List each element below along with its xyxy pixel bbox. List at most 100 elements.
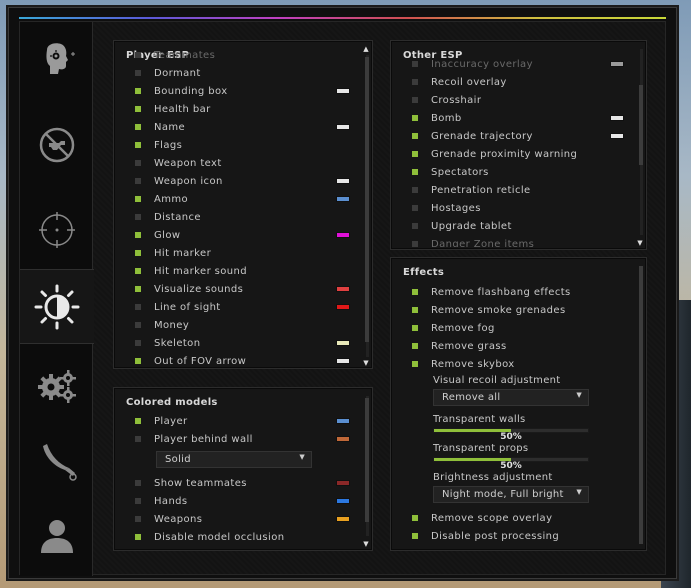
checkbox[interactable]	[135, 516, 141, 522]
checkbox[interactable]	[135, 340, 141, 346]
material-select[interactable]: Solid ▼	[156, 451, 312, 468]
option-weapon-text[interactable]: Weapon text	[114, 154, 362, 172]
checkbox[interactable]	[135, 286, 141, 292]
option-bomb[interactable]: Bomb	[391, 109, 636, 127]
color-swatch[interactable]	[336, 340, 350, 346]
tab-rage[interactable]	[20, 22, 93, 97]
color-swatch[interactable]	[336, 418, 350, 424]
checkbox[interactable]	[135, 106, 141, 112]
option-remove-scope-overlay[interactable]: Remove scope overlay	[391, 509, 636, 527]
option-hit-marker[interactable]: Hit marker	[114, 244, 362, 262]
checkbox[interactable]	[135, 480, 141, 486]
color-swatch[interactable]	[336, 178, 350, 184]
scroll-up-arrow[interactable]: ▲	[362, 45, 370, 53]
color-swatch[interactable]	[336, 498, 350, 504]
checkbox[interactable]	[135, 70, 141, 76]
option-health-bar[interactable]: Health bar	[114, 100, 362, 118]
option-skeleton[interactable]: Skeleton	[114, 334, 362, 352]
option-inaccuracy-overlay[interactable]: Inaccuracy overlay	[391, 55, 636, 73]
checkbox[interactable]	[412, 325, 418, 331]
checkbox[interactable]	[412, 133, 418, 139]
option-recoil-overlay[interactable]: Recoil overlay	[391, 73, 636, 91]
option-hands[interactable]: Hands	[114, 492, 362, 510]
option-player[interactable]: Player	[114, 412, 362, 430]
checkbox[interactable]	[135, 214, 141, 220]
option-glow[interactable]: Glow	[114, 226, 362, 244]
option-remove-grass[interactable]: Remove grass	[391, 337, 636, 355]
other-esp-scrollbar[interactable]: ▼	[636, 45, 644, 247]
checkbox[interactable]	[135, 196, 141, 202]
tab-aim[interactable]	[20, 192, 93, 267]
option-hit-marker-sound[interactable]: Hit marker sound	[114, 262, 362, 280]
color-swatch[interactable]	[336, 480, 350, 486]
option-remove-skybox[interactable]: Remove skybox	[391, 355, 636, 373]
checkbox[interactable]	[135, 250, 141, 256]
tab-skins[interactable]	[20, 422, 93, 497]
checkbox[interactable]	[135, 534, 141, 540]
option-flags[interactable]: Flags	[114, 136, 362, 154]
tab-misc[interactable]	[20, 347, 93, 422]
checkbox[interactable]	[135, 304, 141, 310]
checkbox[interactable]	[135, 88, 141, 94]
color-swatch[interactable]	[336, 232, 350, 238]
checkbox[interactable]	[412, 115, 418, 121]
option-crosshair[interactable]: Crosshair	[391, 91, 636, 109]
checkbox[interactable]	[135, 160, 141, 166]
option-money[interactable]: Money	[114, 316, 362, 334]
checkbox[interactable]	[412, 151, 418, 157]
option-upgrade-tablet[interactable]: Upgrade tablet	[391, 217, 636, 235]
checkbox[interactable]	[412, 533, 418, 539]
scroll-down-arrow[interactable]: ▼	[362, 359, 370, 367]
effects-scrollbar[interactable]	[638, 262, 644, 548]
checkbox[interactable]	[412, 289, 418, 295]
option-name[interactable]: Name	[114, 118, 362, 136]
checkbox[interactable]	[135, 268, 141, 274]
checkbox[interactable]	[412, 241, 418, 247]
scroll-down-arrow[interactable]: ▼	[636, 239, 644, 247]
checkbox[interactable]	[135, 358, 141, 364]
option-player-behind-wall[interactable]: Player behind wall	[114, 430, 362, 448]
option-penetration-reticle[interactable]: Penetration reticle	[391, 181, 636, 199]
color-swatch[interactable]	[336, 286, 350, 292]
color-swatch[interactable]	[336, 436, 350, 442]
option-remove-flashbang-effects[interactable]: Remove flashbang effects	[391, 283, 636, 301]
color-swatch[interactable]	[336, 196, 350, 202]
checkbox[interactable]	[135, 124, 141, 130]
brightness-select[interactable]: Night mode, Full bright ▼	[433, 486, 589, 503]
checkbox[interactable]	[412, 79, 418, 85]
checkbox[interactable]	[412, 223, 418, 229]
color-swatch[interactable]	[336, 358, 350, 364]
option-teammates[interactable]: Teammates	[114, 49, 362, 64]
checkbox[interactable]	[412, 169, 418, 175]
option-grenade-proximity-warning[interactable]: Grenade proximity warning	[391, 145, 636, 163]
checkbox[interactable]	[135, 178, 141, 184]
checkbox[interactable]	[135, 142, 141, 148]
color-swatch[interactable]	[336, 516, 350, 522]
checkbox[interactable]	[412, 361, 418, 367]
color-swatch[interactable]	[610, 115, 624, 121]
option-line-of-sight[interactable]: Line of sight	[114, 298, 362, 316]
option-show-teammates[interactable]: Show teammates	[114, 474, 362, 492]
option-remove-fog[interactable]: Remove fog	[391, 319, 636, 337]
option-weapons[interactable]: Weapons	[114, 510, 362, 528]
colored-models-scrollbar[interactable]: ▼	[363, 392, 370, 548]
checkbox[interactable]	[412, 343, 418, 349]
option-disable-model-occlusion[interactable]: Disable model occlusion	[114, 528, 362, 546]
option-remove-smoke-grenades[interactable]: Remove smoke grenades	[391, 301, 636, 319]
checkbox[interactable]	[135, 232, 141, 238]
checkbox[interactable]	[135, 322, 141, 328]
checkbox[interactable]	[135, 436, 141, 442]
tab-players[interactable]	[20, 497, 93, 572]
option-spectators[interactable]: Spectators	[391, 163, 636, 181]
option-bounding-box[interactable]: Bounding box	[114, 82, 362, 100]
checkbox[interactable]	[135, 52, 141, 58]
color-swatch[interactable]	[610, 133, 624, 139]
checkbox[interactable]	[412, 187, 418, 193]
option-hostages[interactable]: Hostages	[391, 199, 636, 217]
checkbox[interactable]	[412, 205, 418, 211]
option-visualize-sounds[interactable]: Visualize sounds	[114, 280, 362, 298]
option-ammo[interactable]: Ammo	[114, 190, 362, 208]
visual-recoil-select[interactable]: Remove all ▼	[433, 389, 589, 406]
tab-legit[interactable]	[20, 107, 93, 182]
option-disable-post-processing[interactable]: Disable post processing	[391, 527, 636, 545]
